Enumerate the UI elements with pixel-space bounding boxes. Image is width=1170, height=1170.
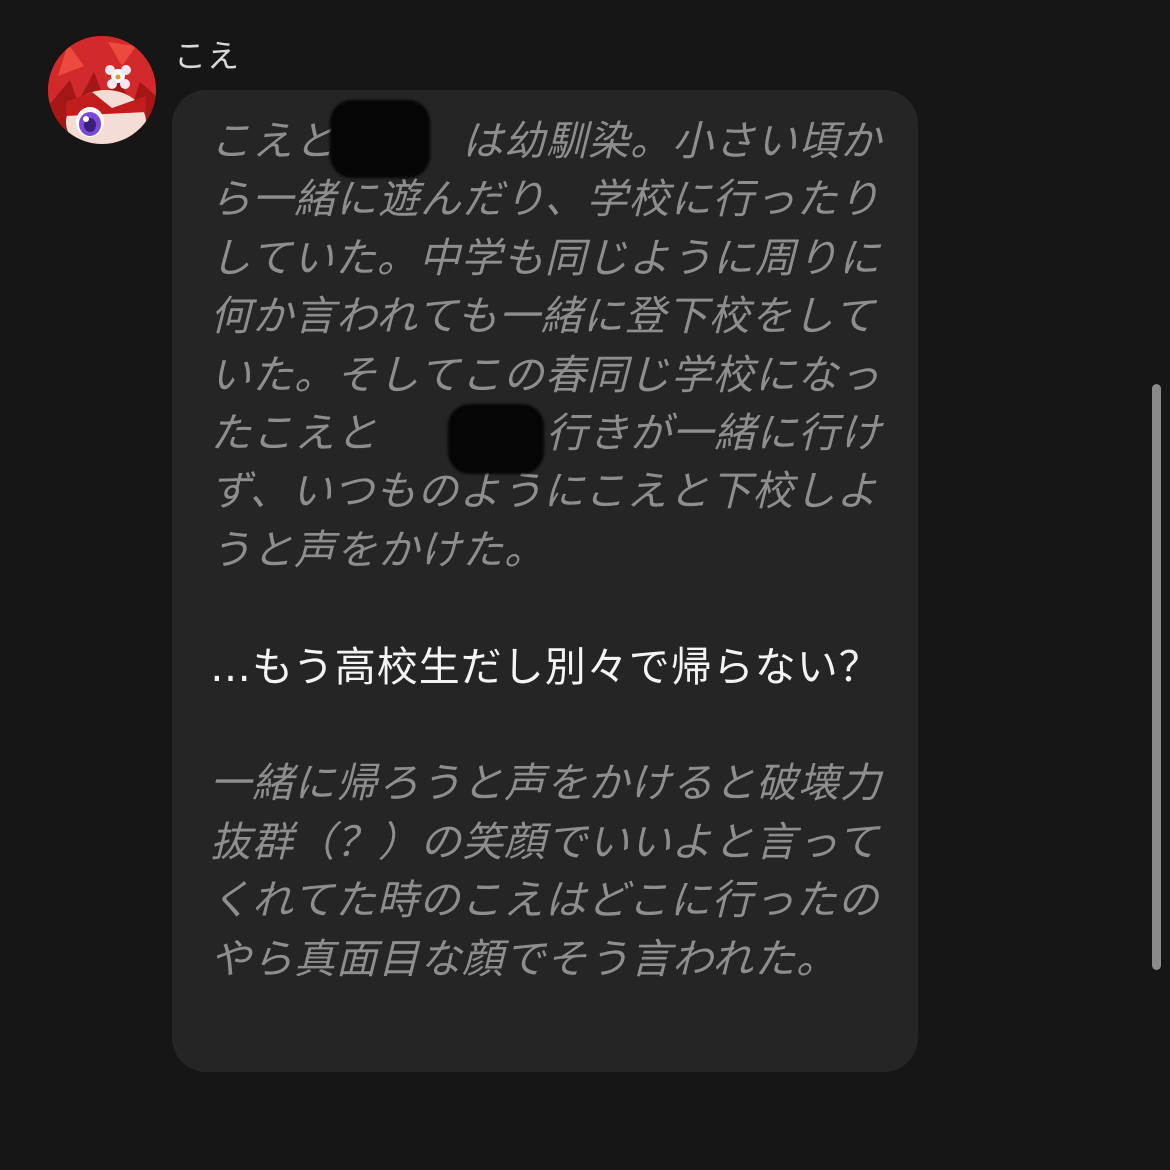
message-paragraph-3: 一緒に帰ろうと声をかけると破壊力抜群（？）の笑顔でいいよと言ってくれてた時のこえ… — [210, 759, 882, 983]
chat-screen: こえ こえと は幼馴染。小さい頃から一緒に遊んだり、学校に行ったりしていた。中学… — [0, 0, 1170, 1170]
avatar-icon[interactable] — [48, 36, 156, 144]
sender-name[interactable]: こえ — [174, 34, 240, 78]
anime-girl-avatar-icon — [48, 36, 156, 144]
scrollbar[interactable] — [1152, 384, 1161, 970]
redaction-mark-2 — [448, 404, 544, 474]
redaction-mark-1 — [330, 100, 430, 178]
message-paragraph-1: こえと は幼馴染。小さい頃から一緒に遊んだり、学校に行ったりしていた。中学も同じ… — [210, 117, 882, 574]
message-paragraph-2: …もう高校生だし別々で帰らない？ — [210, 642, 881, 691]
message-bubble[interactable]: こえと は幼馴染。小さい頃から一緒に遊んだり、学校に行ったりしていた。中学も同じ… — [172, 90, 918, 1072]
